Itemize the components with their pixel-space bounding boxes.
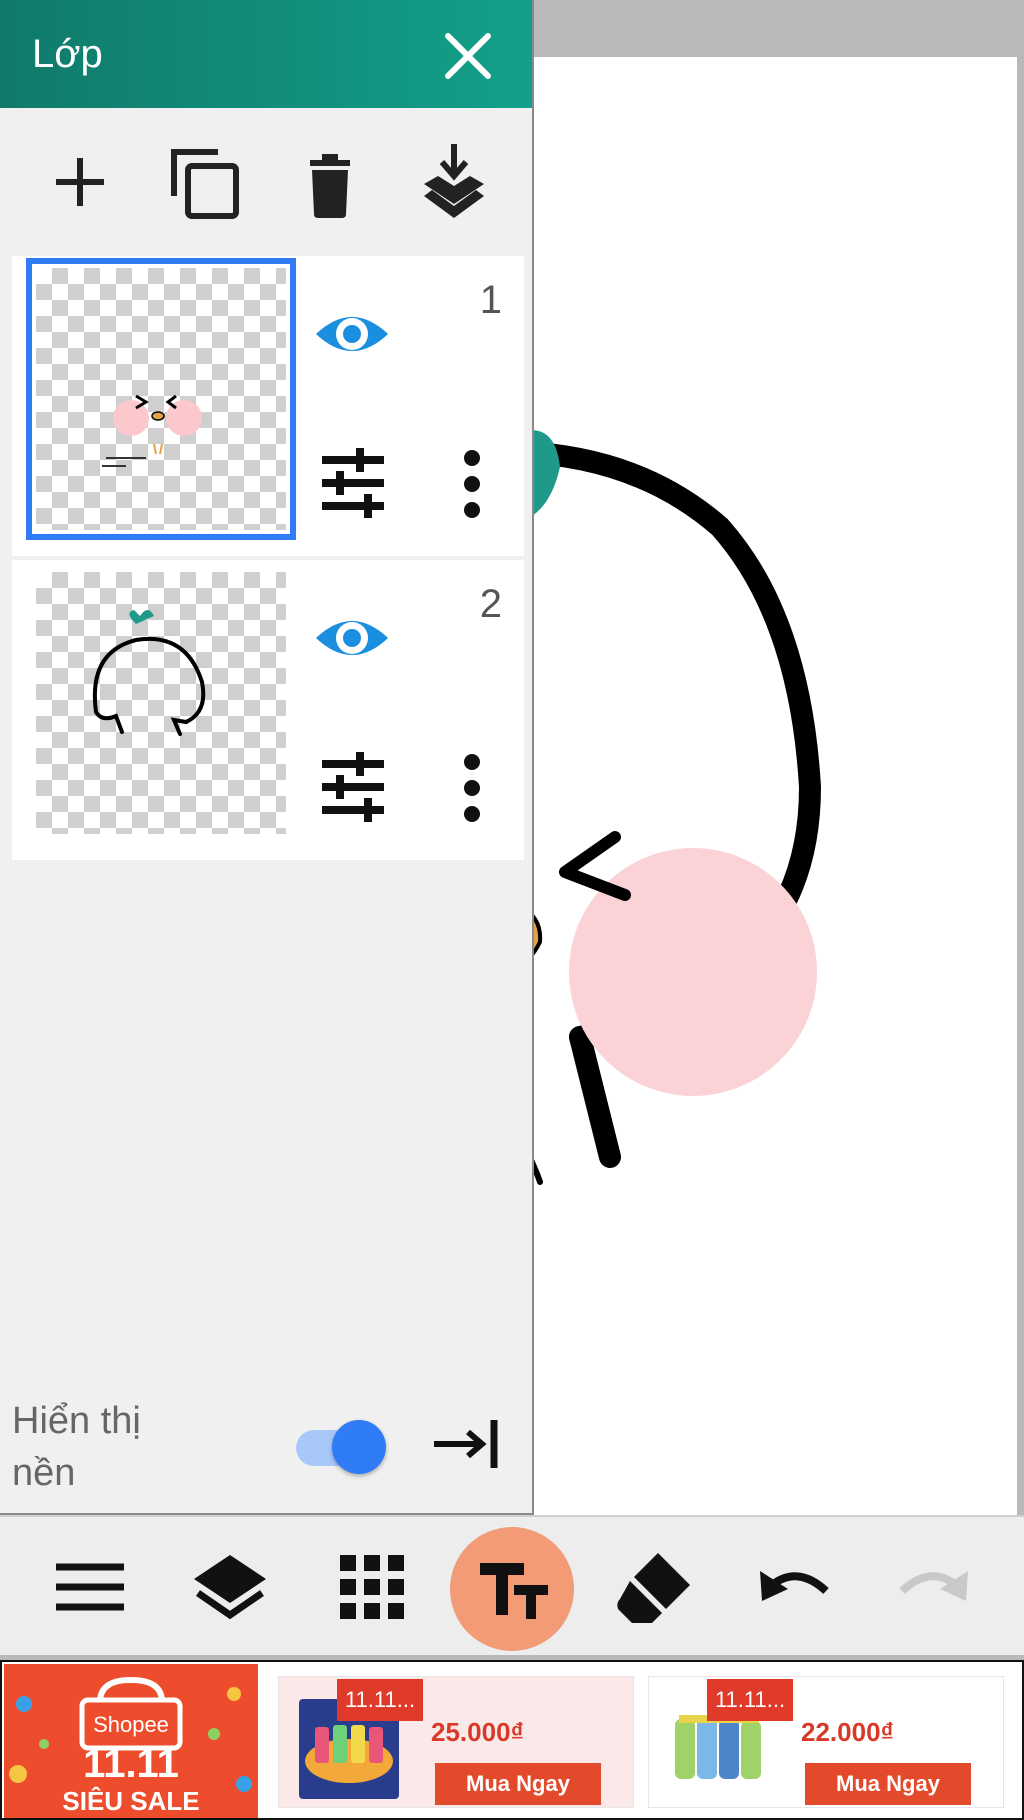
ad-product-card[interactable]: 11.11... 22.000₫ Mua Ngay	[648, 1676, 1004, 1808]
adjust-icon[interactable]	[316, 446, 390, 520]
more-options-icon[interactable]	[444, 748, 500, 828]
undo-icon	[760, 1571, 829, 1601]
merge-down-button[interactable]	[410, 138, 498, 226]
menu-button[interactable]	[48, 1545, 132, 1629]
eraser-icon	[617, 1553, 690, 1623]
shopee-ad-logo[interactable]: Shopee 11.11 SIÊU SALE	[4, 1664, 258, 1818]
ad-sale-tag: 11.11...	[337, 1679, 423, 1721]
layer-row[interactable]: 1	[12, 256, 524, 556]
more-options-icon[interactable]	[444, 444, 500, 524]
layers-icon	[194, 1555, 266, 1620]
adjust-icon[interactable]	[316, 750, 390, 824]
redo-button[interactable]	[892, 1545, 976, 1629]
ad-price: 25.000₫	[431, 1717, 524, 1747]
delete-layer-button[interactable]	[286, 138, 374, 226]
add-icon	[56, 158, 104, 206]
show-background-toggle[interactable]	[296, 1416, 388, 1474]
layer-row[interactable]: 2	[12, 560, 524, 860]
ad-banner: Shopee 11.11 SIÊU SALE 11.11... 25.000₫ …	[0, 1660, 1024, 1820]
grid-icon	[340, 1555, 404, 1619]
ad-product-card[interactable]: 11.11... 25.000₫ Mua Ngay	[278, 1676, 634, 1808]
ad-price: 22.000₫	[801, 1717, 894, 1747]
close-icon[interactable]	[438, 26, 498, 86]
add-layer-button[interactable]	[36, 138, 124, 226]
redo-icon	[899, 1571, 968, 1601]
toggle-knob	[332, 1420, 386, 1474]
delete-icon	[310, 154, 350, 218]
text-icon	[480, 1563, 548, 1619]
menu-icon	[56, 1563, 124, 1611]
duplicate-layer-button[interactable]	[160, 138, 248, 226]
layer-number: 2	[479, 582, 502, 626]
layers-panel: Lớp 1 2 Hiển thị nền	[0, 0, 534, 1515]
panel-title: Lớp	[32, 32, 103, 76]
merge-down-icon	[424, 144, 484, 218]
panel-header: Lớp	[0, 0, 532, 108]
app-screen: Lớp 1 2 Hiển thị nền Shopee 11.11 SIÊU S…	[0, 0, 1024, 1820]
shopee-brand-text: Shopee	[93, 1712, 169, 1737]
layer-number: 1	[479, 278, 502, 322]
buy-now-button[interactable]: Mua Ngay	[435, 1763, 601, 1805]
bottom-toolbar	[0, 1515, 1024, 1655]
eraser-button[interactable]	[612, 1545, 696, 1629]
collapse-panel-icon[interactable]	[428, 1412, 504, 1476]
text-tool-button[interactable]	[450, 1527, 574, 1651]
buy-now-button[interactable]: Mua Ngay	[805, 1763, 971, 1805]
eye-icon[interactable]	[312, 294, 392, 374]
undo-button[interactable]	[752, 1545, 836, 1629]
ad-sale-tag: 11.11...	[707, 1679, 793, 1721]
sale-label-text: SIÊU SALE	[62, 1786, 200, 1816]
layers-button[interactable]	[188, 1545, 272, 1629]
layer-toolbar	[0, 108, 532, 256]
canvas-drawing	[520, 430, 822, 1185]
layer-thumbnail[interactable]	[26, 258, 296, 540]
layer-thumbnail[interactable]	[36, 572, 286, 834]
show-background-label: Hiển thị nền	[12, 1400, 141, 1494]
duplicate-icon	[171, 149, 239, 219]
grid-button[interactable]	[330, 1545, 414, 1629]
eye-icon[interactable]	[312, 598, 392, 678]
sale-event-text: 11.11	[83, 1742, 179, 1786]
